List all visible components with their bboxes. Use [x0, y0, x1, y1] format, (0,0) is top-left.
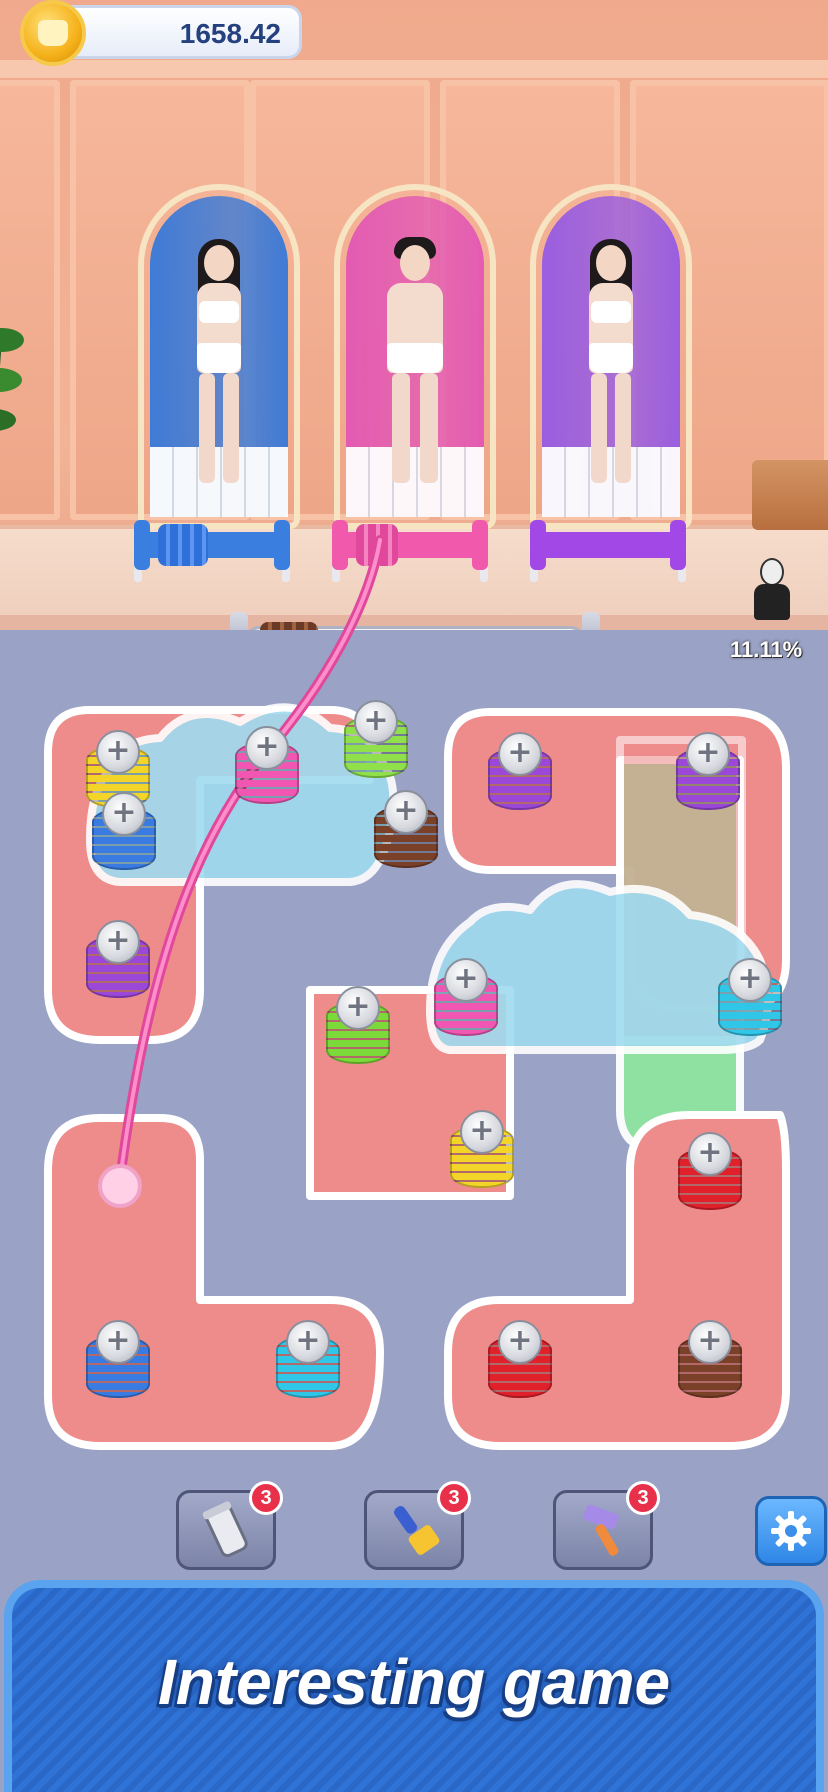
screw-lime[interactable]: +	[326, 986, 390, 1066]
empty-screw-hole	[98, 1164, 142, 1208]
screw-brown[interactable]: +	[678, 1320, 742, 1400]
screw-green[interactable]: +	[344, 700, 408, 780]
thread-spool-pink	[330, 520, 490, 582]
screw-yellow[interactable]: +	[450, 1110, 514, 1190]
screw-purple[interactable]: +	[488, 732, 552, 812]
character-figure	[387, 237, 443, 483]
screw-cyan[interactable]: +	[718, 958, 782, 1038]
progress-percent: 11.11%	[730, 637, 803, 662]
room-scene	[0, 0, 828, 630]
character-figure	[197, 239, 241, 483]
brown-thread-coil	[260, 622, 318, 630]
brush-icon	[394, 1506, 440, 1555]
coin-value: 1658.42	[179, 18, 281, 49]
character-figure	[589, 239, 633, 483]
brush-tool-button[interactable]: 3	[364, 1481, 471, 1570]
thread-line	[115, 535, 385, 1185]
screw-pink[interactable]: +	[434, 958, 498, 1038]
screw-purple[interactable]: +	[676, 732, 740, 812]
screw-red[interactable]: +	[488, 1320, 552, 1400]
spool-tool-button[interactable]: 3	[176, 1481, 283, 1570]
screw-pink[interactable]: +	[235, 726, 299, 806]
wooden-bench	[752, 460, 828, 530]
screw-blue[interactable]: +	[86, 1320, 150, 1400]
thread-spool-blue	[132, 520, 292, 582]
spool-icon	[202, 1501, 248, 1558]
screw-purple[interactable]: +	[86, 920, 150, 1000]
collector-tube	[230, 612, 600, 630]
tool-count-badge: 3	[626, 1481, 660, 1515]
thread-spool-purple	[528, 520, 688, 582]
screw-cyan[interactable]: +	[276, 1320, 340, 1400]
gear-icon	[771, 1511, 811, 1551]
wall-rail	[0, 60, 828, 78]
character-booth-center	[334, 184, 496, 529]
settings-button[interactable]	[755, 1496, 827, 1566]
screw-red[interactable]: +	[678, 1132, 742, 1212]
tool-count-badge: 3	[249, 1481, 283, 1515]
banner-title: Interesting game	[157, 1646, 671, 1718]
screw-blue[interactable]: +	[92, 792, 156, 872]
hammer-tool-button[interactable]: 3	[553, 1481, 660, 1570]
character-booth-left	[138, 184, 300, 529]
character-booth-right	[530, 184, 692, 529]
hammer-icon	[583, 1504, 619, 1556]
coin-icon	[20, 0, 86, 66]
tool-count-badge: 3	[437, 1481, 471, 1515]
progress-avatar	[742, 558, 802, 628]
screw-brown[interactable]: +	[374, 790, 438, 870]
plant-icon	[0, 328, 24, 431]
